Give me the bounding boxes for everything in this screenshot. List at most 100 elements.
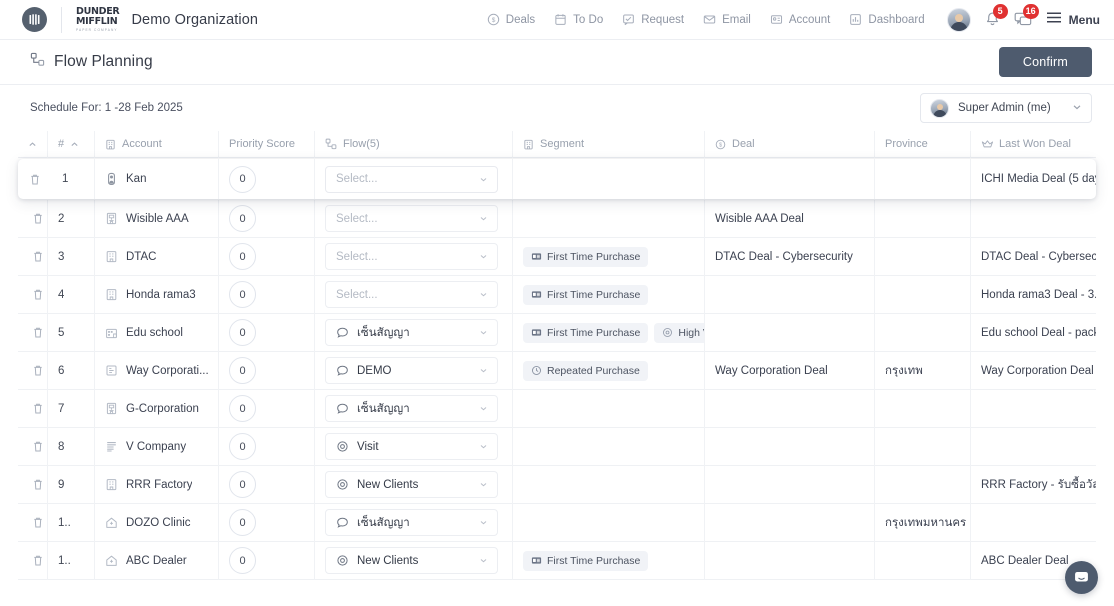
column-header-deal[interactable]: $ Deal bbox=[705, 130, 875, 158]
segment-badge[interactable]: Repeated Purchase bbox=[523, 360, 648, 381]
table-row[interactable]: 6 Way Corporati... 0 DEMO Repeated Purchase W… bbox=[18, 351, 1096, 390]
table-row[interactable]: 1.. ABC Dealer 0 New Clients First Time Purc… bbox=[18, 541, 1096, 580]
flow-cell[interactable]: Visit bbox=[315, 427, 513, 466]
table-row[interactable]: 1.. DOZO Clinic 0 เซ็นสัญญา กรุงเทพมหานคร bbox=[18, 503, 1096, 542]
column-header-last-won-deal[interactable]: Last Won Deal bbox=[971, 131, 1096, 158]
flow-select[interactable]: เซ็นสัญญา bbox=[325, 509, 498, 536]
segment-badge[interactable]: First Time Purchase bbox=[523, 550, 649, 571]
flow-select[interactable]: Select... bbox=[325, 281, 498, 308]
account-cell[interactable]: DOZO Clinic bbox=[95, 503, 219, 542]
flow-select[interactable]: Select... bbox=[325, 243, 498, 270]
flow-cell[interactable]: New Clients bbox=[315, 465, 513, 504]
table-row[interactable]: 4 Honda rama3 0 Select... First Time Purchas… bbox=[18, 275, 1096, 314]
chevron-down-icon[interactable] bbox=[476, 477, 491, 492]
flow-select[interactable]: New Clients bbox=[325, 471, 498, 498]
flow-cell[interactable]: เซ็นสัญญา bbox=[315, 503, 513, 542]
table-row[interactable]: 1 Kan 0 Select... ICHI Media Deal (5 day. bbox=[18, 159, 1096, 199]
chat-widget-icon[interactable] bbox=[1065, 561, 1098, 594]
nav-item-email[interactable]: Email bbox=[703, 13, 751, 26]
account-cell[interactable]: Honda rama3 bbox=[95, 275, 219, 314]
delete-row-button[interactable] bbox=[18, 503, 48, 542]
delete-row-button[interactable] bbox=[18, 541, 48, 580]
account-cell[interactable]: V Company bbox=[95, 427, 219, 466]
priority-score-cell[interactable]: 0 bbox=[219, 313, 315, 352]
flow-select[interactable]: Select... bbox=[325, 165, 498, 193]
dunder-mifflin-logo-icon[interactable] bbox=[22, 7, 47, 32]
delete-row-button[interactable] bbox=[18, 313, 48, 352]
delete-row-button[interactable] bbox=[18, 389, 48, 428]
priority-score-cell[interactable]: 0 bbox=[219, 275, 315, 314]
column-header-delete[interactable] bbox=[18, 130, 48, 158]
flow-select[interactable]: Select... bbox=[325, 205, 498, 232]
flow-select[interactable]: เซ็นสัญญา bbox=[325, 319, 498, 346]
account-cell[interactable]: G-Corporation bbox=[95, 389, 219, 428]
menu-button[interactable]: Menu bbox=[1046, 11, 1100, 29]
chevron-down-icon[interactable] bbox=[476, 515, 491, 530]
table-row[interactable]: 9 RRR Factory 0 New Clients RRR Factory - รั… bbox=[18, 465, 1096, 504]
nav-item-account[interactable]: Account bbox=[770, 13, 830, 26]
delete-row-button[interactable] bbox=[18, 427, 48, 466]
priority-score-cell[interactable]: 0 bbox=[219, 465, 315, 504]
column-header-segment[interactable]: Segment bbox=[513, 130, 705, 158]
delete-row-button[interactable] bbox=[18, 159, 52, 199]
chevron-down-icon[interactable] bbox=[476, 211, 491, 226]
flow-cell[interactable]: Select... bbox=[315, 199, 513, 238]
chevron-down-icon[interactable] bbox=[476, 553, 491, 568]
chevron-down-icon[interactable] bbox=[476, 249, 491, 264]
priority-score-cell[interactable]: 0 bbox=[219, 427, 315, 466]
delete-row-button[interactable] bbox=[18, 465, 48, 504]
column-header-account[interactable]: Account bbox=[95, 130, 219, 158]
nav-item-deals[interactable]: $ Deals bbox=[487, 13, 535, 26]
flow-cell[interactable]: เซ็นสัญญา bbox=[315, 389, 513, 428]
chevron-down-icon[interactable] bbox=[476, 287, 491, 302]
avatar[interactable] bbox=[946, 7, 971, 32]
chevron-down-icon[interactable] bbox=[476, 401, 491, 416]
delete-row-button[interactable] bbox=[18, 275, 48, 314]
flow-cell[interactable]: New Clients bbox=[315, 541, 513, 580]
flow-select[interactable]: เซ็นสัญญา bbox=[325, 395, 498, 422]
priority-score-cell[interactable]: 0 bbox=[219, 237, 315, 276]
priority-score-cell[interactable]: 0 bbox=[219, 541, 315, 580]
flow-select[interactable]: Visit bbox=[325, 433, 498, 460]
flow-cell[interactable]: เซ็นสัญญา bbox=[315, 313, 513, 352]
delete-row-button[interactable] bbox=[18, 199, 48, 238]
flow-select[interactable]: DEMO bbox=[325, 357, 498, 384]
delete-row-button[interactable] bbox=[18, 351, 48, 390]
priority-score-cell[interactable]: 0 bbox=[219, 159, 315, 199]
flow-cell[interactable]: Select... bbox=[315, 159, 513, 199]
chevron-down-icon[interactable] bbox=[476, 439, 491, 454]
chevron-down-icon[interactable] bbox=[476, 363, 491, 378]
user-selector[interactable]: Super Admin (me) bbox=[920, 93, 1092, 123]
column-header-number[interactable]: # bbox=[48, 130, 95, 158]
nav-item-dashboard[interactable]: Dashboard bbox=[849, 13, 925, 26]
priority-score-cell[interactable]: 0 bbox=[219, 503, 315, 542]
chevron-down-icon[interactable] bbox=[476, 325, 491, 340]
nav-item-todo[interactable]: To Do bbox=[554, 13, 603, 26]
account-cell[interactable]: Wisible AAA bbox=[95, 199, 219, 238]
priority-score-cell[interactable]: 0 bbox=[219, 199, 315, 238]
table-row[interactable]: 7 G-Corporation 0 เซ็นสัญญา bbox=[18, 389, 1096, 428]
account-cell[interactable]: Way Corporati... bbox=[95, 351, 219, 390]
account-cell[interactable]: Edu school bbox=[95, 313, 219, 352]
priority-score-cell[interactable]: 0 bbox=[219, 351, 315, 390]
confirm-button[interactable]: Confirm bbox=[998, 47, 1092, 77]
flow-cell[interactable]: Select... bbox=[315, 275, 513, 314]
column-header-priority-score[interactable]: Priority Score bbox=[219, 130, 315, 158]
priority-score-cell[interactable]: 0 bbox=[219, 389, 315, 428]
table-row[interactable]: 8 V Company 0 Visit bbox=[18, 427, 1096, 466]
table-row[interactable]: 3 DTAC 0 Select... First Time Purchase DTAC D… bbox=[18, 237, 1096, 276]
table-row[interactable]: 2 Wisible AAA 0 Select... Wisible AAA Deal bbox=[18, 199, 1096, 238]
chevron-down-icon[interactable] bbox=[476, 172, 491, 187]
delete-row-button[interactable] bbox=[18, 237, 48, 276]
table-row[interactable]: 5 Edu school 0 เซ็นสัญญา First Time Purchase… bbox=[18, 313, 1096, 352]
account-cell[interactable]: Kan bbox=[95, 159, 219, 199]
column-header-province[interactable]: Province bbox=[875, 130, 971, 158]
nav-item-request[interactable]: Request bbox=[622, 13, 684, 26]
account-cell[interactable]: ABC Dealer bbox=[95, 541, 219, 580]
notifications-button[interactable]: 5 bbox=[984, 4, 1008, 28]
segment-badge[interactable]: First Time Purchase bbox=[523, 246, 649, 267]
segment-badge[interactable]: First Time Purchase bbox=[523, 322, 649, 343]
messages-button[interactable]: 16 bbox=[1014, 4, 1039, 28]
segment-badge[interactable]: First Time Purchase bbox=[523, 284, 649, 305]
flow-cell[interactable]: DEMO bbox=[315, 351, 513, 390]
